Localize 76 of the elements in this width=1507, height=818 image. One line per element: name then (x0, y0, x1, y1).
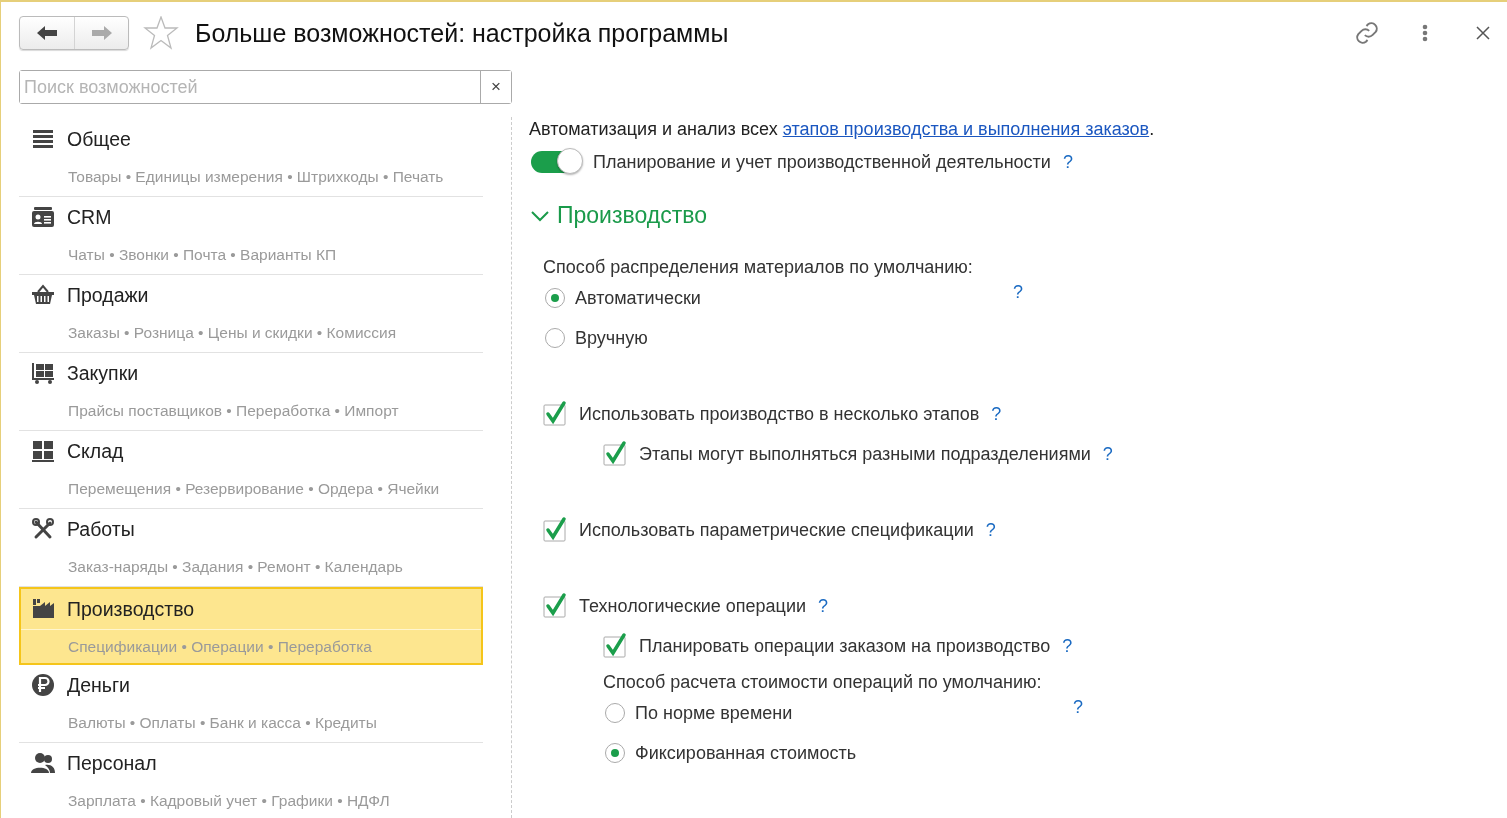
help-link[interactable]: ? (1073, 697, 1083, 718)
item-title: Закупки (67, 361, 139, 385)
item-subtitle: Перемещения • Резервирование • Ордера • Ячейки (68, 480, 440, 498)
grid-icon (31, 439, 55, 463)
item-title: Производство (67, 597, 195, 621)
page-title: Больше возможностей: настройка программы (195, 18, 730, 48)
sidebar-item[interactable]: Продажи Заказы • Розница • Цены и скидки • Комиссия (19, 275, 483, 353)
help-link[interactable]: ? (1062, 151, 1073, 173)
item-subtitle: Товары • Единицы измерения • Штрихкоды • Печать (68, 168, 444, 186)
toggle-label: Планирование и учет производственной деятельности (593, 151, 1051, 173)
help-link[interactable]: ? (991, 403, 1002, 425)
tools-icon (31, 517, 55, 541)
item-subtitle: Зарплата • Кадровый учет • Графики • НДФЛ (68, 792, 390, 810)
item-subtitle: Заказы • Розница • Цены и скидки • Комиссия (68, 324, 397, 342)
sidebar-item[interactable]: Общее Товары • Единицы измерения • Штрихкоды • Печать (19, 119, 483, 197)
item-subtitle: Спецификации • Операции • Переработка (68, 638, 372, 656)
factory-icon (31, 597, 55, 621)
help-link[interactable]: ? (1102, 443, 1113, 465)
help-link[interactable]: ? (1062, 635, 1073, 657)
sidebar-item[interactable]: Деньги Валюты • Оплаты • Банк и касса • Кредиты (19, 665, 483, 743)
checkbox-label: Технологические операции (579, 595, 807, 617)
radio-label: Автоматически (575, 287, 701, 309)
checkbox[interactable] (603, 442, 627, 466)
search-field[interactable]: Поиск возможностей × (19, 70, 512, 104)
radio-label: Фиксированная стоимость (635, 742, 857, 764)
sidebar-item[interactable]: Персонал Зарплата • Кадровый учет • Графики • НДФЛ (19, 743, 483, 818)
star-icon[interactable] (143, 16, 179, 50)
item-subtitle: Чаты • Звонки • Почта • Варианты КП (68, 246, 337, 264)
radio-button[interactable] (605, 743, 625, 763)
item-title: Склад (67, 439, 124, 463)
right-arrow-icon (91, 26, 112, 40)
checkbox-label: Использовать параметрические спецификации (579, 519, 974, 541)
checkbox[interactable] (543, 594, 567, 618)
clear-button[interactable]: × (480, 71, 511, 103)
ruble-coin-icon (31, 673, 55, 697)
radio-button[interactable] (605, 703, 625, 723)
checkbox[interactable] (603, 634, 627, 658)
help-link[interactable]: ? (1013, 282, 1023, 303)
item-title: Продажи (67, 283, 149, 307)
people-icon (31, 751, 55, 775)
item-title: Работы (67, 517, 135, 541)
item-subtitle: Заказ-наряды • Задания • Ремонт • Календарь (68, 558, 403, 576)
item-title: Общее (67, 127, 131, 151)
help-link[interactable]: ? (818, 595, 829, 617)
toggle-switch[interactable] (531, 151, 581, 173)
radio-label: По норме времени (635, 702, 793, 724)
checkbox-label: Этапы могут выполняться разными подразделениями (639, 443, 1091, 465)
checkbox-label: Использовать производство в несколько этапов (579, 403, 980, 425)
sidebar-item[interactable]: CRM Чаты • Звонки • Почта • Варианты КП (19, 197, 483, 275)
group-label: Способ расчета стоимости операций по умолчанию: (603, 672, 1042, 693)
section-header[interactable]: Производство (531, 202, 707, 229)
checkbox[interactable] (543, 518, 567, 542)
left-arrow-icon (37, 26, 57, 40)
group-label: Способ распределения материалов по умолчанию: (543, 257, 973, 278)
help-link[interactable]: ? (985, 519, 996, 541)
item-title: Деньги (67, 673, 130, 697)
radio-label: Вручную (575, 327, 648, 349)
sidebar-item[interactable]: Склад Перемещения • Резервирование • Ордера • Ячейки (19, 431, 483, 509)
sidebar-item[interactable]: Закупки Прайсы поставщиков • Переработка • Импорт (19, 353, 483, 431)
contact-card-icon (31, 205, 55, 229)
item-subtitle: Прайсы поставщиков • Переработка • Импорт (68, 402, 399, 420)
item-title: Персонал (67, 751, 157, 775)
item-subtitle: Валюты • Оплаты • Банк и касса • Кредиты (68, 714, 377, 732)
link-icon[interactable] (1353, 19, 1381, 47)
radio-button[interactable] (545, 328, 565, 348)
checkbox[interactable] (543, 402, 567, 426)
chevron-icon (531, 209, 549, 222)
radio-button[interactable] (545, 288, 565, 308)
intro-text: Автоматизация и анализ всех этапов производства и выполнения заказов. (529, 119, 1155, 140)
cart-icon (31, 361, 55, 385)
checkbox-label: Планировать операции заказом на производство (639, 635, 1051, 657)
list-icon (31, 127, 55, 151)
sidebar-item[interactable]: Производство Спецификации • Операции • Переработка (19, 587, 483, 665)
item-title: CRM (67, 205, 112, 229)
intro-link[interactable]: этапов производства и выполнения заказов (782, 119, 1150, 139)
basket-icon (31, 283, 55, 307)
